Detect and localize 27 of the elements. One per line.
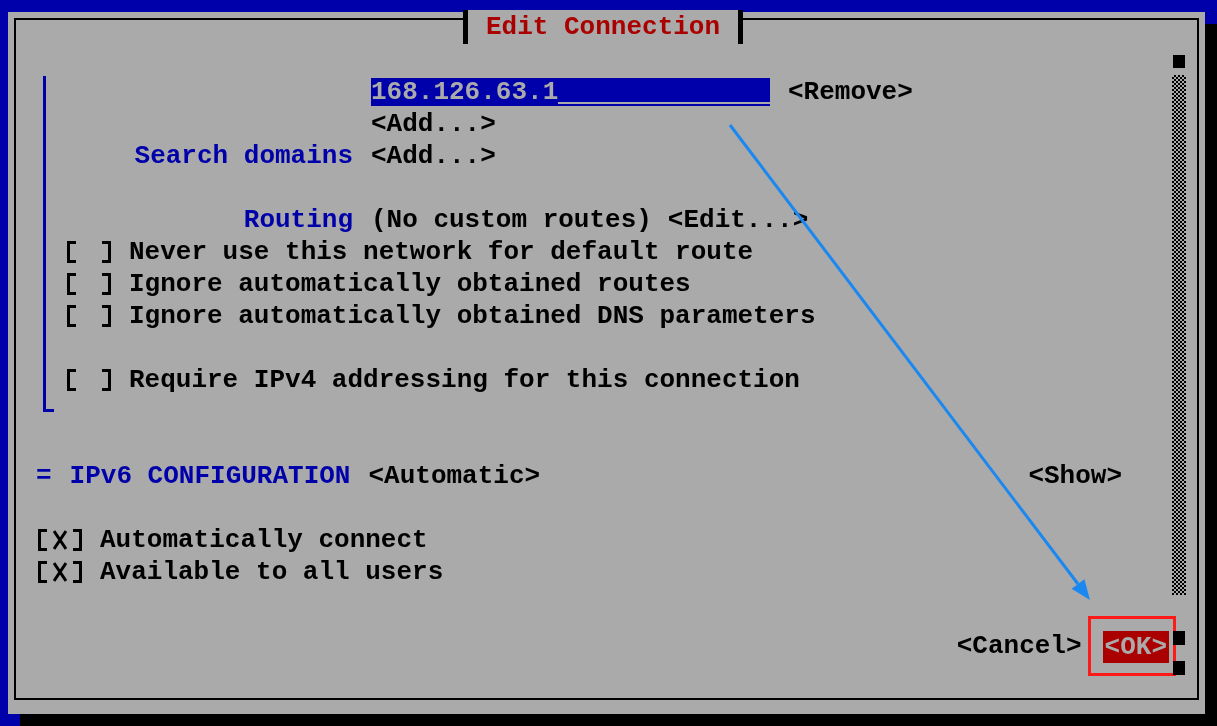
checkbox-label: Automatically connect bbox=[100, 524, 428, 556]
checkbox-label: Require IPv4 addressing for this connection bbox=[129, 364, 800, 396]
input-field[interactable]: 168.126.63.1 bbox=[371, 78, 770, 106]
section-heading: IPv6 CONFIGURATION bbox=[69, 460, 351, 492]
x-mark-icon bbox=[53, 530, 67, 550]
checkbox-label: Ignore automatically obtained DNS parameters bbox=[129, 300, 816, 332]
mode-dropdown[interactable]: <Automatic> bbox=[368, 460, 541, 492]
checkbox-label: Ignore automatically obtained routes bbox=[129, 268, 691, 300]
dialog-button[interactable]: <Cancel> bbox=[954, 630, 1084, 662]
show-button[interactable]: <Show> bbox=[1028, 460, 1122, 492]
checkbox[interactable] bbox=[67, 305, 111, 327]
checkbox[interactable] bbox=[67, 273, 111, 295]
field-label: Search domains bbox=[133, 140, 353, 172]
section-marker: = bbox=[36, 460, 52, 492]
field-label: Routing bbox=[242, 204, 353, 236]
checkbox-label: Available to all users bbox=[100, 556, 444, 588]
x-mark-icon bbox=[53, 562, 67, 582]
checkbox[interactable] bbox=[38, 529, 82, 551]
window-title: Edit Connection bbox=[463, 10, 744, 44]
checkbox[interactable] bbox=[67, 369, 111, 391]
add-button[interactable]: <Add...> bbox=[371, 140, 496, 172]
routing-value: (No custom routes) bbox=[371, 204, 652, 236]
checkbox[interactable] bbox=[67, 241, 111, 263]
add-button[interactable]: <Add...> bbox=[371, 108, 496, 140]
checkbox-label: Never use this network for default route bbox=[129, 236, 754, 268]
remove-button[interactable]: <Remove> bbox=[788, 76, 913, 108]
checkbox[interactable] bbox=[38, 561, 82, 583]
